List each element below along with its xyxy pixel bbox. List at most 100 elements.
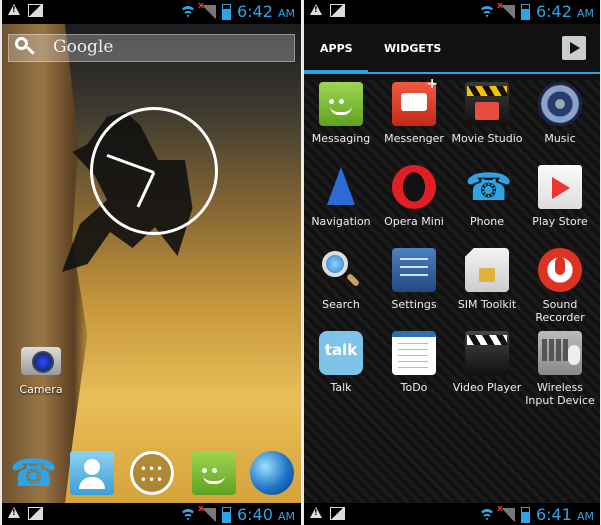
phone-icon bbox=[10, 451, 54, 495]
play-store-icon bbox=[538, 165, 582, 209]
dock bbox=[2, 443, 301, 503]
app-label: Navigation bbox=[311, 215, 371, 228]
app-settings[interactable]: Settings bbox=[377, 248, 451, 311]
drawer-header: APPS WIDGETS bbox=[304, 24, 600, 74]
browser-globe-icon bbox=[250, 451, 294, 495]
app-label: ToDo bbox=[400, 381, 428, 394]
app-navigation[interactable]: Navigation bbox=[304, 165, 378, 228]
image-notification-icon bbox=[330, 507, 345, 520]
battery-icon bbox=[520, 506, 530, 523]
no-signal-icon bbox=[497, 504, 515, 522]
home-screen: 6:42 AM Google Camera 6:40 AM bbox=[2, 0, 301, 525]
clock-hour-hand bbox=[136, 171, 156, 208]
bottom-status-bar: 6:41 AM bbox=[304, 503, 600, 525]
dock-messaging-button[interactable] bbox=[192, 451, 236, 495]
all-apps-button[interactable] bbox=[130, 451, 174, 495]
wifi-icon bbox=[179, 508, 196, 521]
music-icon bbox=[538, 82, 582, 126]
battery-icon bbox=[221, 3, 231, 20]
wireless-input-icon bbox=[538, 331, 582, 375]
app-label: Play Store bbox=[532, 215, 588, 228]
messaging-icon bbox=[319, 82, 363, 126]
video-player-icon bbox=[465, 331, 509, 375]
app-messenger[interactable]: Messenger bbox=[377, 76, 451, 145]
wifi-icon bbox=[478, 5, 495, 18]
camera-label: Camera bbox=[19, 383, 63, 396]
no-signal-icon bbox=[198, 504, 216, 522]
todo-icon bbox=[392, 331, 436, 375]
warning-icon bbox=[310, 4, 322, 15]
tab-apps[interactable]: APPS bbox=[320, 42, 353, 55]
status-clock: 6:41 AM bbox=[535, 505, 594, 524]
app-video-player[interactable]: Video Player bbox=[450, 331, 524, 394]
status-bar: 6:42 AM bbox=[2, 0, 301, 24]
image-notification-icon bbox=[330, 4, 345, 17]
app-messaging[interactable]: Messaging bbox=[304, 82, 378, 145]
navigation-icon bbox=[319, 165, 363, 209]
app-play-store[interactable]: Play Store bbox=[523, 165, 597, 228]
status-clock: 6:42 AM bbox=[535, 2, 594, 21]
wifi-icon bbox=[179, 5, 196, 18]
app-opera-mini[interactable]: Opera Mini bbox=[377, 165, 451, 228]
all-apps-icon bbox=[130, 451, 174, 495]
bottom-status-bar: 6:40 AM bbox=[2, 503, 301, 525]
app-label: Phone bbox=[469, 215, 505, 228]
app-label: Movie Studio bbox=[451, 132, 523, 145]
camera-shortcut[interactable]: Camera bbox=[16, 347, 66, 396]
app-movie-studio[interactable]: Movie Studio bbox=[450, 82, 524, 145]
battery-icon bbox=[520, 3, 530, 20]
app-sound-recorder[interactable]: Sound Recorder bbox=[523, 248, 597, 324]
search-icon bbox=[319, 248, 363, 292]
no-signal-icon bbox=[497, 1, 515, 19]
app-label: SIM Toolkit bbox=[457, 298, 517, 311]
dock-phone-button[interactable] bbox=[10, 451, 54, 495]
warning-icon bbox=[310, 507, 322, 518]
app-search[interactable]: Search bbox=[304, 248, 378, 311]
settings-icon bbox=[392, 248, 436, 292]
dock-contacts-button[interactable] bbox=[70, 451, 114, 495]
app-wireless-input-device[interactable]: Wireless Input Device bbox=[523, 331, 597, 407]
google-search-bar[interactable]: Google bbox=[8, 34, 295, 62]
status-bar: 6:42 AM bbox=[304, 0, 600, 24]
app-talk[interactable]: Talk bbox=[304, 331, 378, 394]
dock-browser-button[interactable] bbox=[250, 451, 294, 495]
app-label: Messenger bbox=[384, 132, 444, 145]
camera-icon bbox=[21, 347, 61, 375]
warning-icon bbox=[8, 507, 20, 518]
app-label: Wireless Input Device bbox=[525, 381, 595, 407]
app-phone[interactable]: Phone bbox=[450, 165, 524, 228]
movie-studio-icon bbox=[465, 82, 509, 126]
app-grid: Messaging Messenger Movie Studio Music Navig… bbox=[304, 76, 600, 503]
opera-mini-icon bbox=[392, 165, 436, 209]
app-todo[interactable]: ToDo bbox=[377, 331, 451, 394]
phone-icon bbox=[465, 165, 509, 209]
messenger-icon bbox=[392, 76, 438, 126]
sim-toolkit-icon bbox=[465, 248, 509, 292]
app-label: Settings bbox=[391, 298, 437, 311]
app-music[interactable]: Music bbox=[523, 82, 597, 145]
app-sim-toolkit[interactable]: SIM Toolkit bbox=[450, 248, 524, 311]
analog-clock-widget[interactable] bbox=[90, 107, 218, 235]
app-label: Search bbox=[322, 298, 360, 311]
talk-icon bbox=[319, 331, 363, 375]
battery-icon bbox=[221, 506, 231, 523]
tab-widgets[interactable]: WIDGETS bbox=[384, 42, 441, 55]
search-icon bbox=[15, 37, 35, 57]
wifi-icon bbox=[478, 508, 495, 521]
messaging-icon bbox=[192, 451, 236, 495]
status-clock: 6:40 AM bbox=[236, 505, 295, 524]
app-label: Talk bbox=[330, 381, 352, 394]
play-store-shortcut-icon[interactable] bbox=[562, 36, 586, 60]
app-label: Opera Mini bbox=[384, 215, 444, 228]
app-label: Sound Recorder bbox=[535, 298, 585, 324]
app-drawer-screen: 6:42 AM APPS WIDGETS MessagingMessengerM… bbox=[304, 0, 600, 525]
app-label: Music bbox=[544, 132, 576, 145]
google-search-label: Google bbox=[53, 37, 114, 57]
contacts-icon bbox=[70, 451, 114, 495]
status-clock: 6:42 AM bbox=[236, 2, 295, 21]
active-tab-indicator bbox=[304, 70, 368, 74]
clock-minute-hand bbox=[106, 153, 155, 174]
image-notification-icon bbox=[28, 4, 43, 17]
no-signal-icon bbox=[198, 1, 216, 19]
warning-icon bbox=[8, 4, 20, 15]
